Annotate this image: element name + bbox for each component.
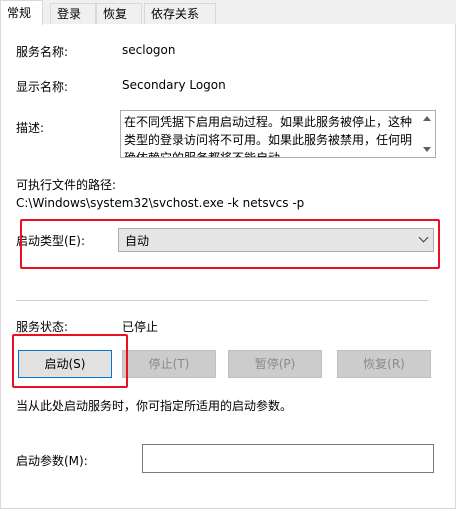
description-scrollbar[interactable] xyxy=(419,111,435,157)
display-name-value: Secondary Logon xyxy=(122,78,226,92)
section-divider xyxy=(16,300,428,301)
description-label: 描述: xyxy=(16,121,45,135)
service-name-label: 服务名称: xyxy=(16,45,69,59)
tab-strip: 常规 登录 恢复 依存关系 xyxy=(0,0,456,25)
scroll-down-icon[interactable] xyxy=(423,147,431,152)
service-status-label: 服务状态: xyxy=(16,320,69,334)
tab-general[interactable]: 常规 xyxy=(0,0,43,25)
pause-button[interactable]: 暂停(P) xyxy=(228,350,322,378)
tab-logon[interactable]: 登录 xyxy=(50,3,96,24)
start-params-label: 启动参数(M): xyxy=(16,454,88,468)
resume-button[interactable]: 恢复(R) xyxy=(337,350,431,378)
highlight-start-button xyxy=(12,334,128,388)
highlight-startup-type xyxy=(20,219,440,269)
description-box[interactable]: 在不同凭据下启用启动过程。如果此服务被停止，这种类型的登录访问将不可用。如果此服… xyxy=(120,110,436,158)
service-status-value: 已停止 xyxy=(122,320,159,334)
tab-dependencies[interactable]: 依存关系 xyxy=(144,3,216,24)
tab-recovery[interactable]: 恢复 xyxy=(96,3,142,24)
stop-button[interactable]: 停止(T) xyxy=(122,350,216,378)
exe-path-value: C:\Windows\system32\svchost.exe -k netsv… xyxy=(16,196,305,210)
start-params-input[interactable] xyxy=(142,444,434,473)
service-properties-dialog: 常规 登录 恢复 依存关系 服务名称: seclogon 显示名称: Secon… xyxy=(0,0,456,510)
exe-path-label: 可执行文件的路径: xyxy=(16,178,117,192)
hint-text: 当从此处启动服务时，你可指定所适用的启动参数。 xyxy=(16,399,293,413)
description-text: 在不同凭据下启用启动过程。如果此服务被停止，这种类型的登录访问将不可用。如果此服… xyxy=(124,115,413,158)
scroll-up-icon[interactable] xyxy=(423,116,431,121)
service-name-value: seclogon xyxy=(122,43,176,57)
display-name-label: 显示名称: xyxy=(16,80,69,94)
